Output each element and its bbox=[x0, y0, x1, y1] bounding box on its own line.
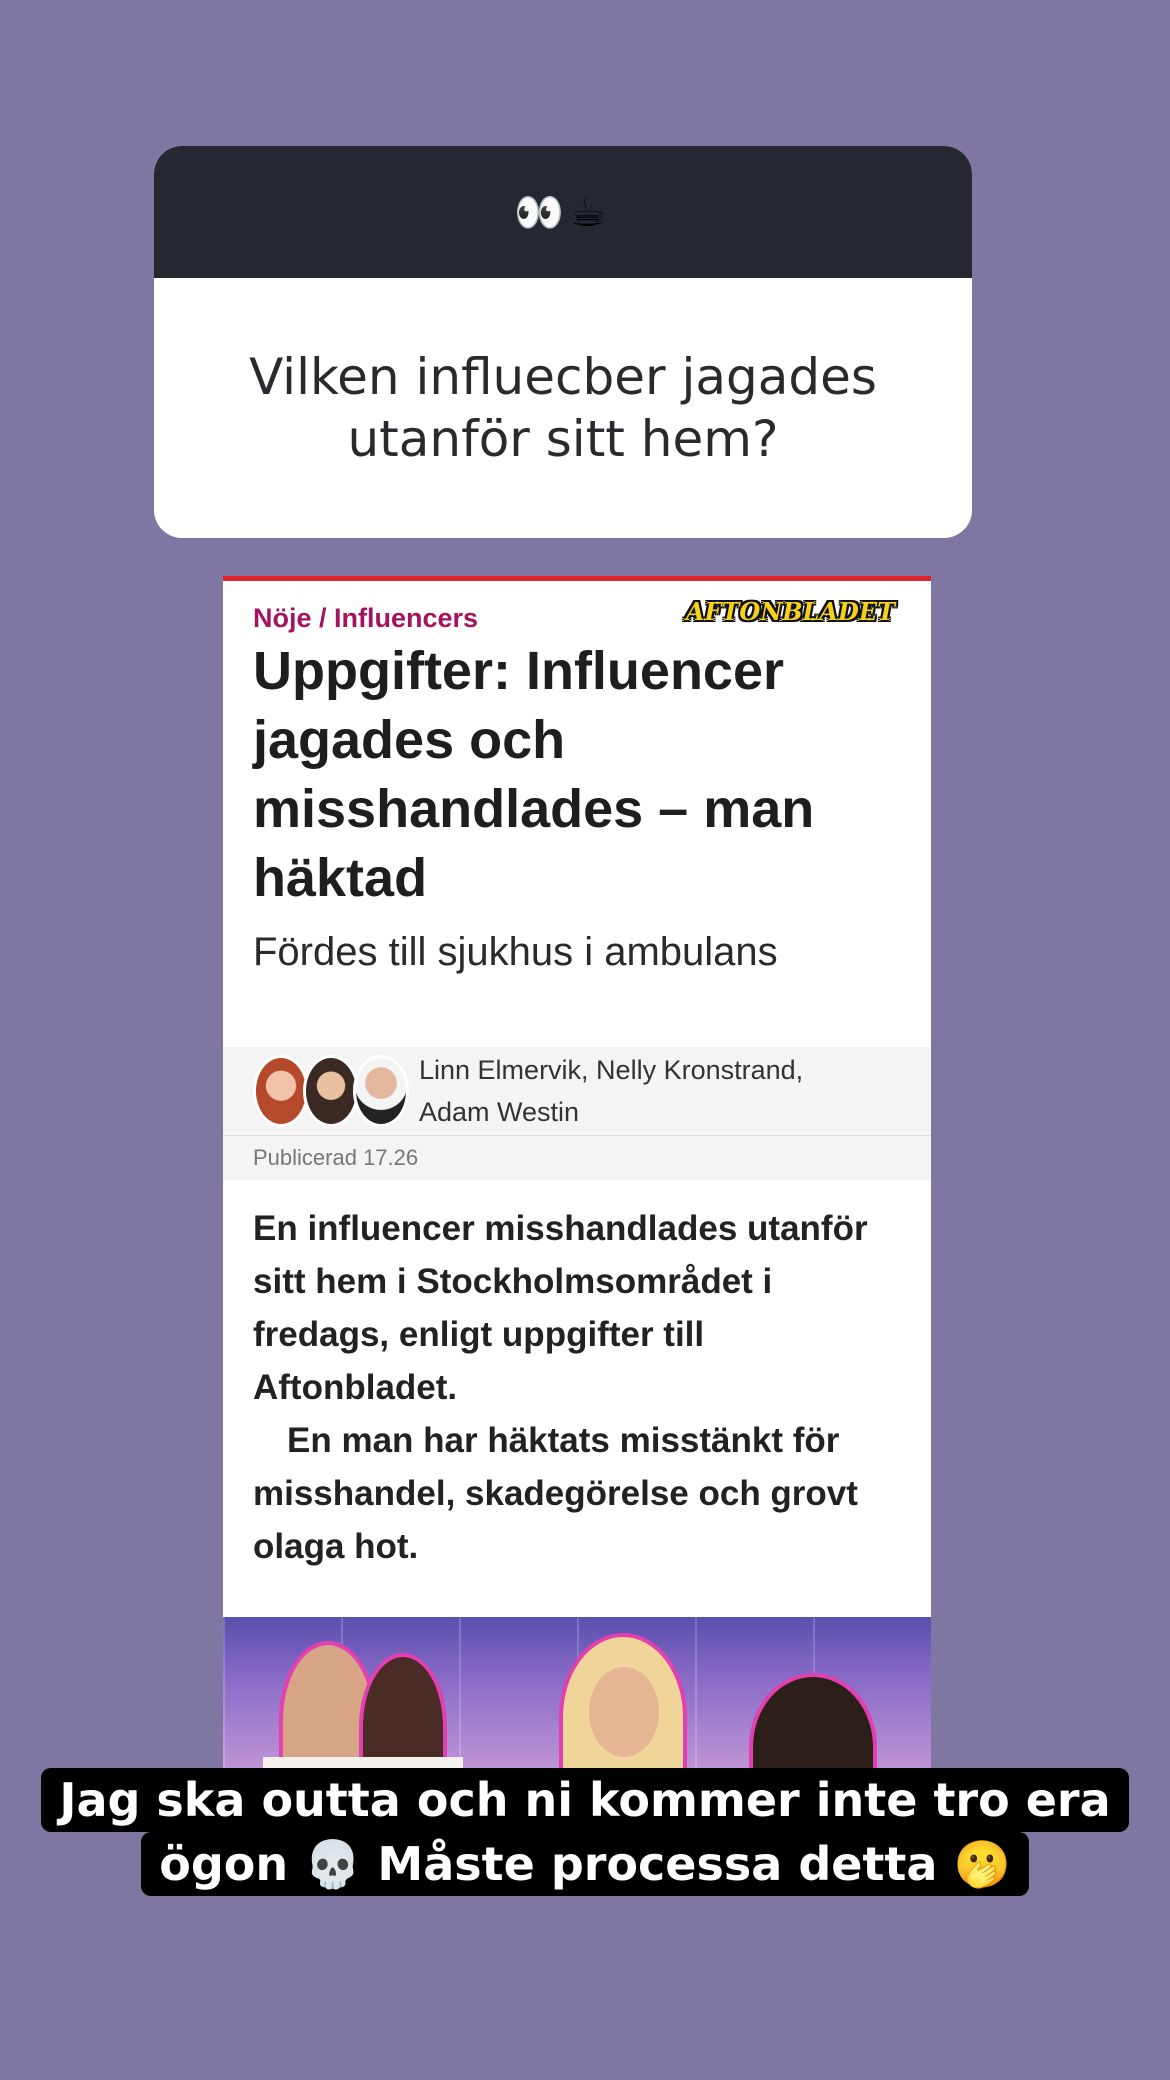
lead-paragraph-2: En man har häktats misstänkt för misshan… bbox=[253, 1421, 858, 1566]
article-headline: Uppgifter: Influencer jagades och missha… bbox=[253, 641, 815, 908]
caption-line-2: ögon 💀 Måste processa detta 🫢 bbox=[141, 1832, 1029, 1896]
article-lead: En influencer misshandlades utanför sitt… bbox=[223, 1180, 931, 1573]
question-sticker[interactable]: 👀☕ Vilken influecber jagades utanför sit… bbox=[154, 146, 972, 538]
caption-line-1: Jag ska outta och ni kommer inte tro era bbox=[41, 1768, 1129, 1832]
question-sticker-header: 👀☕ bbox=[154, 146, 972, 278]
author-avatar-2 bbox=[303, 1055, 359, 1127]
article-screenshot: Nöje / Influencers AFTONBLADET Uppgifter… bbox=[223, 576, 931, 1773]
story-caption: Jag ska outta och ni kommer inte tro era… bbox=[0, 1768, 1170, 1896]
article-subhead: Fördes till sjukhus i ambulans bbox=[253, 930, 778, 974]
author-avatars bbox=[253, 1055, 409, 1127]
section-breadcrumb: Nöje / Influencers bbox=[253, 603, 479, 633]
author-names-line-1: Linn Elmervik, Nelly Kronstrand, bbox=[419, 1055, 804, 1085]
author-names-line-2: Adam Westin bbox=[419, 1097, 580, 1127]
photo-person-3-face bbox=[589, 1667, 659, 1757]
question-text: Vilken influecber jagades utanför sitt h… bbox=[249, 348, 877, 468]
lead-paragraph-1: En influencer misshandlades utanför sitt… bbox=[253, 1209, 868, 1407]
aftonbladet-logo: AFTONBLADET bbox=[685, 597, 895, 626]
eyes-coffee-emoji: 👀☕ bbox=[514, 189, 612, 236]
author-avatar-1 bbox=[253, 1055, 309, 1127]
author-names: Linn Elmervik, Nelly Kronstrand, Adam We… bbox=[419, 1049, 803, 1133]
article-top-bar: Nöje / Influencers AFTONBLADET bbox=[223, 581, 931, 633]
article-photo bbox=[223, 1617, 931, 1773]
byline: Linn Elmervik, Nelly Kronstrand, Adam We… bbox=[223, 1047, 931, 1136]
published-time: Publicerad 17.26 bbox=[223, 1136, 931, 1180]
question-text-area: Vilken influecber jagades utanför sitt h… bbox=[154, 278, 972, 538]
author-avatar-3 bbox=[353, 1055, 409, 1127]
